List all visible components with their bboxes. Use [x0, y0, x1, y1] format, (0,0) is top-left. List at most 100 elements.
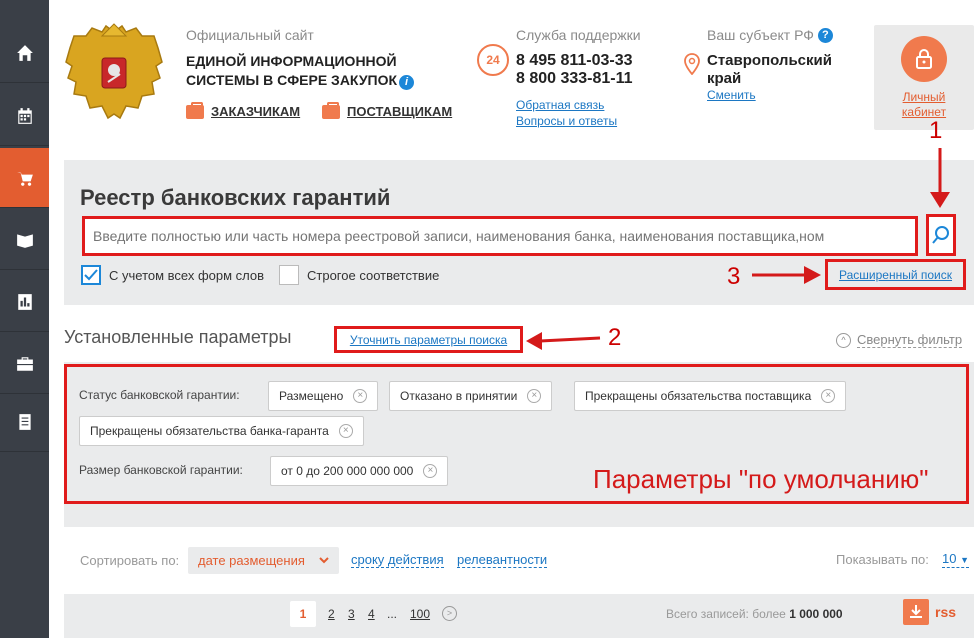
help-icon[interactable]: ?: [817, 27, 833, 43]
sort-by-duration-link[interactable]: сроку действия: [351, 553, 444, 568]
annotation-number-2: 2: [608, 324, 622, 351]
page-ellipsis: ...: [387, 607, 398, 621]
personal-cabinet-button[interactable]: Личный кабинет: [874, 25, 974, 130]
sidebar-item-documents[interactable]: [0, 392, 49, 452]
remove-chip-icon[interactable]: ×: [821, 389, 836, 403]
book-icon: [16, 233, 33, 248]
size-filter-label: Размер банковской гарантии:: [79, 463, 243, 477]
chevron-down-icon: [319, 557, 329, 564]
suppliers-link[interactable]: ПОСТАВЩИКАМ: [322, 101, 453, 119]
annotation-number-3: 3: [727, 263, 741, 290]
home-icon: [16, 44, 33, 61]
sort-label: Сортировать по:: [80, 553, 180, 568]
info-icon[interactable]: i: [399, 75, 415, 90]
refine-search-highlight: Уточнить параметры поиска: [334, 326, 523, 353]
page-size-select[interactable]: 10 ▼: [942, 551, 970, 568]
document-icon: [18, 413, 31, 430]
next-page-icon[interactable]: >: [442, 606, 457, 621]
location-pin-icon: [684, 53, 700, 75]
chevron-down-icon: ▼: [960, 555, 970, 565]
filter-chip-label: Отказано в принятии: [400, 389, 518, 403]
region-name-line1: Ставропольский: [707, 52, 832, 69]
page-size-value: 10: [942, 551, 957, 566]
sort-by-relevance-link[interactable]: релевантности: [457, 553, 548, 568]
remove-chip-icon[interactable]: ×: [527, 389, 542, 403]
remove-chip-icon[interactable]: ×: [423, 464, 438, 478]
report-icon: [17, 293, 32, 310]
site-name: ЕДИНОЙ ИНФОРМАЦИОННОЙ СИСТЕМЫ В СФЕРЕ ЗА…: [186, 52, 421, 90]
search-input[interactable]: [82, 216, 918, 256]
search-icon: [932, 226, 949, 244]
filter-chip[interactable]: Прекращены обязательства банка-гаранта ×: [79, 416, 364, 446]
strict-match-label: Строгое соответствие: [307, 267, 440, 283]
filter-chip-label: Прекращены обязательства поставщика: [585, 389, 812, 403]
download-icon: [910, 605, 922, 618]
download-button[interactable]: [903, 599, 929, 625]
briefcase-icon: [16, 356, 33, 371]
sidebar-item-calendar[interactable]: [0, 86, 49, 146]
collapse-filter-button[interactable]: ^ Свернуть фильтр: [836, 332, 963, 348]
all-forms-label: С учетом всех форм слов: [109, 267, 265, 283]
filter-chip-label: от 0 до 200 000 000 000: [281, 464, 414, 478]
total-records-value: 1 000 000: [789, 607, 843, 621]
region-label: Ваш субъект РФ ?: [707, 27, 833, 43]
page-link[interactable]: 100: [410, 607, 430, 621]
sidebar-item-business[interactable]: [0, 334, 49, 394]
faq-link[interactable]: Вопросы и ответы: [516, 114, 617, 128]
change-region-link[interactable]: Сменить: [707, 88, 756, 102]
site-name-line2: СИСТЕМЫ В СФЕРЕ ЗАКУПОК: [186, 72, 398, 88]
total-records-label: Всего записей: более: [666, 607, 786, 621]
filter-chip-label: Прекращены обязательства банка-гаранта: [90, 424, 329, 438]
cabinet-label-line2: кабинет: [901, 105, 947, 119]
page-link[interactable]: 2: [328, 607, 335, 621]
sidebar-item-home[interactable]: [0, 23, 49, 83]
briefcase-icon: [186, 101, 204, 119]
all-forms-checkbox-row[interactable]: С учетом всех форм слов: [81, 265, 264, 285]
feedback-link[interactable]: Обратная связь: [516, 98, 604, 112]
briefcase-icon: [322, 101, 340, 119]
site-name-line1: ЕДИНОЙ ИНФОРМАЦИОННОЙ: [186, 53, 397, 69]
status-filter-label: Статус банковской гарантии:: [79, 388, 240, 402]
customers-link[interactable]: ЗАКАЗЧИКАМ: [186, 101, 301, 119]
customers-link-label: ЗАКАЗЧИКАМ: [211, 104, 301, 119]
sort-select[interactable]: дате размещения: [188, 547, 339, 574]
region-name-line2: край: [707, 70, 742, 87]
strict-match-checkbox-row[interactable]: Строгое соответствие: [279, 265, 439, 285]
sidebar-item-library[interactable]: [0, 210, 49, 270]
all-forms-checkbox[interactable]: [81, 265, 101, 285]
support-phone-2: 8 800 333-81-11: [516, 70, 633, 87]
chevron-up-icon: ^: [836, 332, 851, 348]
lock-icon: [901, 36, 947, 82]
sidebar-item-purchases[interactable]: [0, 148, 49, 208]
page-link[interactable]: 4: [368, 607, 375, 621]
personal-cabinet-label: Личный кабинет: [874, 90, 974, 120]
suppliers-link-label: ПОСТАВЩИКАМ: [347, 104, 453, 119]
strict-match-checkbox[interactable]: [279, 265, 299, 285]
page-link[interactable]: 3: [348, 607, 355, 621]
check-icon: [84, 269, 98, 281]
rss-link[interactable]: rss: [935, 604, 956, 620]
sidebar-item-reports[interactable]: [0, 272, 49, 332]
total-records: Всего записей: более 1 000 000: [666, 607, 843, 621]
advanced-search-link[interactable]: Расширенный поиск: [839, 268, 952, 282]
annotation-number-1: 1: [929, 117, 943, 144]
filter-chip[interactable]: от 0 до 200 000 000 000 ×: [270, 456, 449, 486]
filter-chip[interactable]: Прекращены обязательства поставщика ×: [574, 381, 847, 411]
remove-chip-icon[interactable]: ×: [353, 389, 368, 403]
search-button[interactable]: [926, 214, 956, 256]
cabinet-label-line1: Личный: [902, 90, 946, 104]
sort-selected-value: дате размещения: [198, 553, 305, 568]
filter-chip[interactable]: Отказано в принятии ×: [389, 381, 553, 411]
cart-icon: [16, 171, 33, 186]
support-phone-1: 8 495 811-03-33: [516, 52, 633, 69]
region-label-text: Ваш субъект РФ: [707, 27, 814, 43]
established-params-title: Установленные параметры: [64, 327, 292, 347]
remove-chip-icon[interactable]: ×: [338, 424, 353, 438]
collapse-filter-label: Свернуть фильтр: [857, 332, 963, 348]
advanced-search-highlight: Расширенный поиск: [825, 259, 966, 290]
filter-chip-label: Размещено: [279, 389, 344, 403]
refine-search-link[interactable]: Уточнить параметры поиска: [350, 333, 507, 347]
page-current[interactable]: 1: [290, 601, 316, 627]
filter-chip[interactable]: Размещено ×: [268, 381, 379, 411]
calendar-icon: [17, 107, 32, 124]
